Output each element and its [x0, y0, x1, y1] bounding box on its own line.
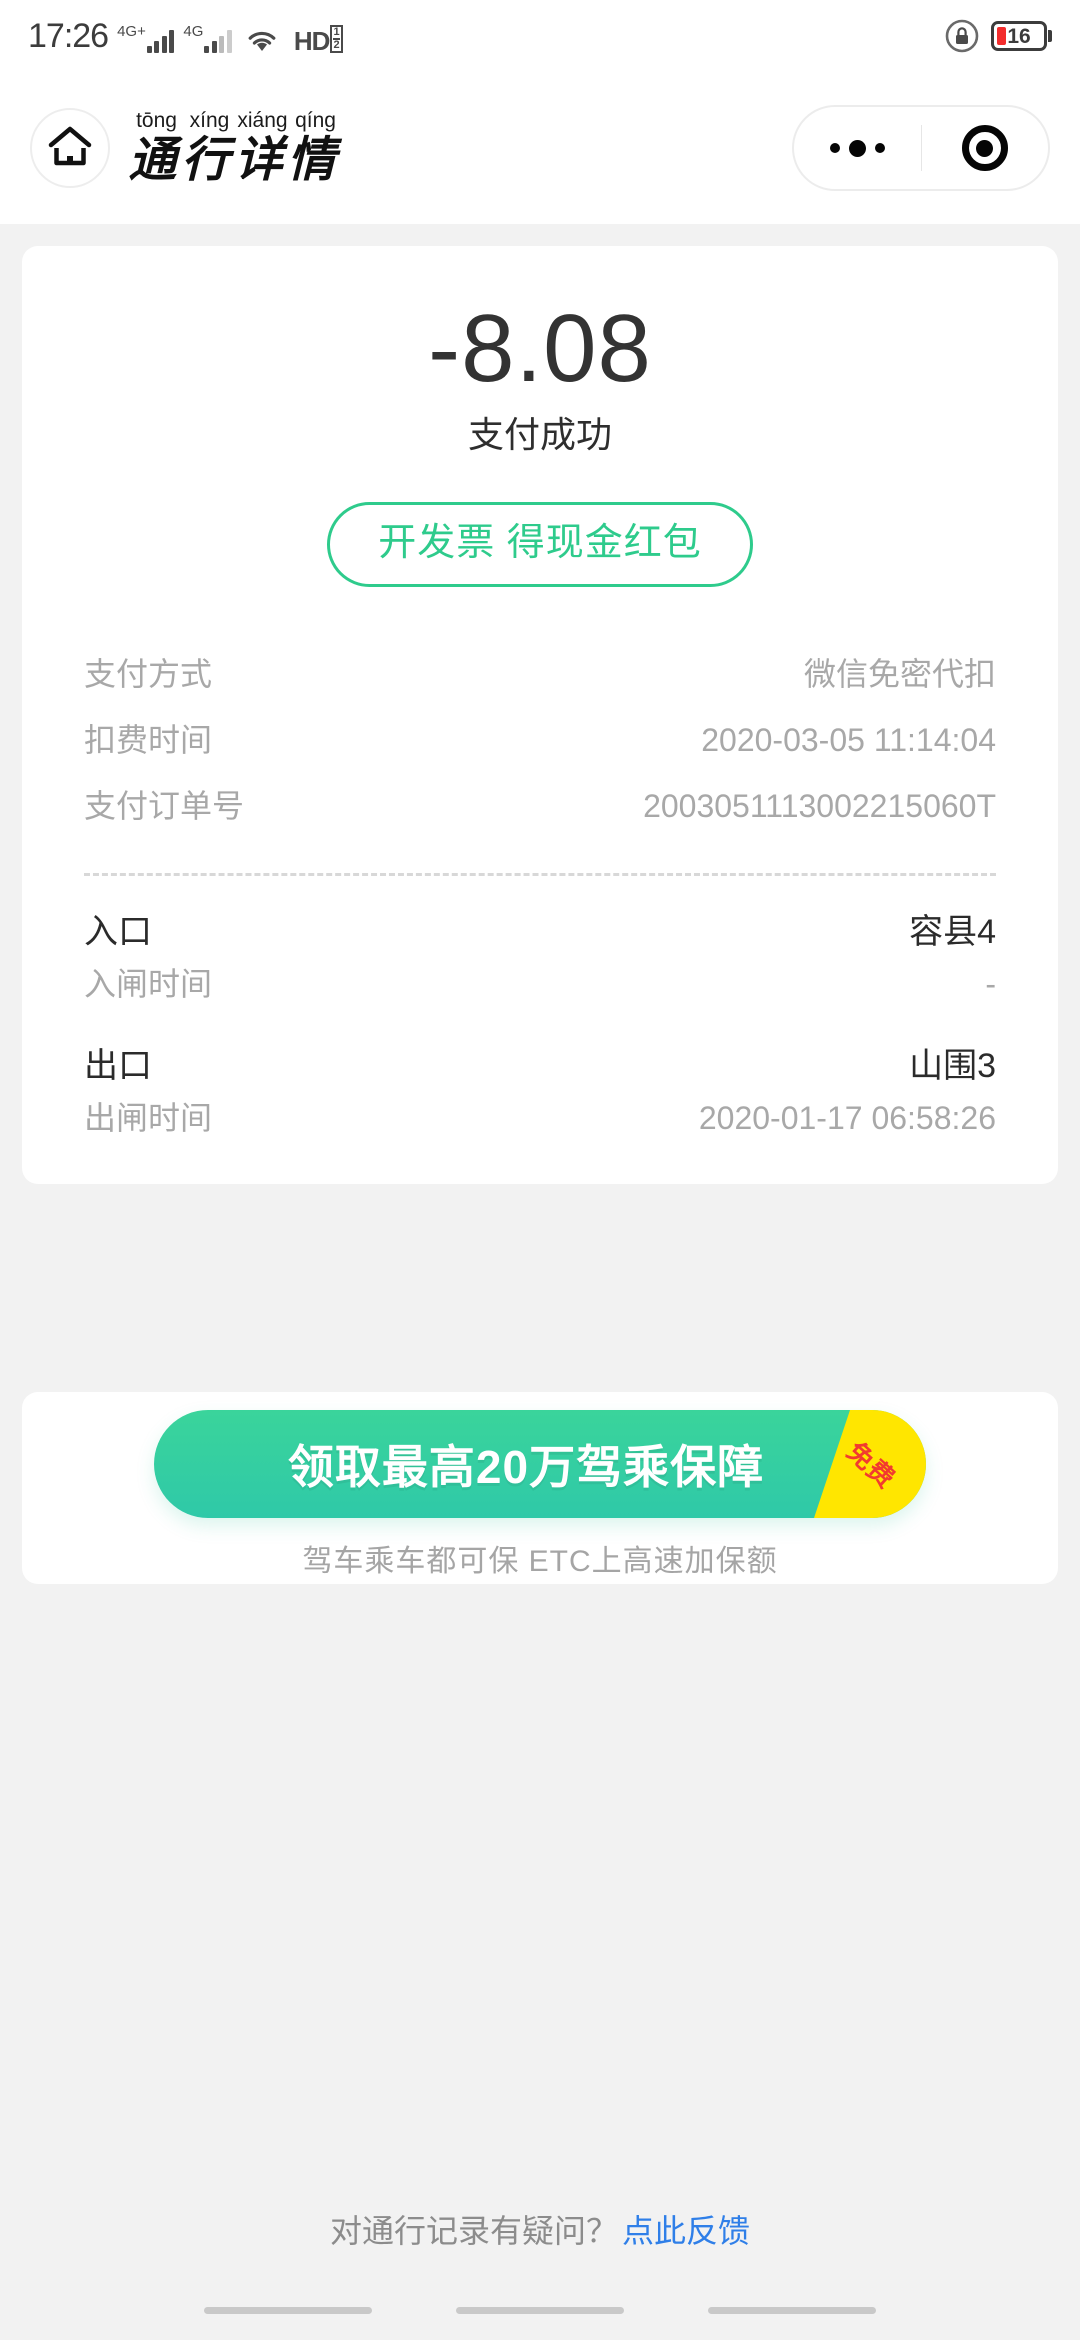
row-value-charge-time: 2020-03-05 11:14:04 [701, 722, 996, 758]
row-value-order-number: 2003051113002215060T [643, 788, 996, 824]
more-menu-button[interactable] [794, 107, 921, 189]
table-row: 扣费时间 2020-03-05 11:14:04 [84, 707, 996, 773]
network-type-secondary: 4G [183, 23, 204, 40]
section-divider [84, 873, 996, 876]
free-ribbon-label: 免费 [841, 1435, 902, 1495]
home-icon [47, 125, 93, 172]
payment-amount: -8.08 [428, 295, 652, 402]
title-char-2: 行 [181, 132, 230, 188]
row-value-payment-method: 微信免密代扣 [803, 656, 996, 692]
network-type-primary: 4G+ [117, 23, 146, 40]
page-title-pinyin: tōng xíng xiáng qíng [126, 110, 342, 132]
payment-detail-card: -8.08 支付成功 开发票 得现金红包 支付方式 微信免密代扣 扣费时间 20… [22, 246, 1058, 1184]
signal-indicator-primary: 4G+ [117, 23, 175, 53]
row-value-entrance-time: - [985, 966, 996, 1002]
row-label-order-number: 支付订单号 [84, 788, 245, 824]
title-char-1: 通 [128, 132, 177, 188]
row-value-exit: 山围3 [909, 1047, 996, 1085]
row-label-entrance: 入口 [84, 913, 152, 951]
table-row: 出口 山围3 [84, 1040, 996, 1092]
gate-info-rows: 入口 容县4 入闸时间 - 出口 山围3 出闸时间 2020-01-17 06:… [22, 906, 1058, 1144]
table-row: 支付订单号 2003051113002215060T [84, 773, 996, 839]
feedback-link[interactable]: 点此反馈 [622, 2206, 750, 2252]
volte-sim-stack: 1 2 [330, 25, 343, 53]
close-miniprogram-button[interactable] [922, 107, 1049, 189]
more-dots-icon [829, 139, 885, 157]
row-label-charge-time: 扣费时间 [84, 722, 213, 758]
home-button[interactable] [30, 108, 110, 188]
volte-hd-icon: HD 1 2 [293, 25, 343, 56]
payment-status: 支付成功 [467, 414, 612, 455]
battery-body: 16 [991, 21, 1047, 51]
target-close-icon [961, 125, 1008, 171]
insurance-banner-label: 领取最高20万驾乘保障 [287, 1441, 765, 1493]
row-label-entrance-time: 入闸时间 [84, 966, 213, 1002]
android-navigation-bar [0, 2280, 1080, 2340]
table-row: 支付方式 微信免密代扣 [84, 641, 996, 707]
page-title: 通 行 详 情 [126, 134, 338, 186]
signal-bars-secondary [204, 29, 232, 53]
row-label-payment-method: 支付方式 [84, 656, 213, 692]
insurance-ad-card: 领取最高20万驾乘保障 免费 驾车乘车都可保 ETC上高速加保额 [22, 1392, 1058, 1584]
title-char-3: 详 [234, 132, 283, 188]
table-row: 入闸时间 - [84, 958, 996, 1010]
wifi-icon [247, 29, 277, 53]
insurance-banner-button[interactable]: 领取最高20万驾乘保障 免费 [154, 1410, 926, 1518]
status-bar-left: 17:26 4G+ 4G HD 1 2 [28, 17, 343, 56]
nav-recents-button[interactable] [708, 2306, 876, 2314]
row-value-exit-time: 2020-01-17 06:58:26 [698, 1100, 996, 1136]
signal-bars-primary [146, 29, 175, 53]
battery-indicator: 16 [991, 21, 1052, 51]
row-label-exit: 出口 [84, 1047, 152, 1085]
invoice-button-row: 开发票 得现金红包 [22, 502, 1058, 587]
app-header: tōng xíng xiáng qíng 通 行 详 情 [0, 72, 1080, 224]
miniprogram-capsule [792, 105, 1050, 191]
status-time: 17:26 [28, 17, 109, 55]
row-value-entrance: 容县4 [909, 913, 996, 951]
pinyin-3: xiáng [237, 109, 288, 132]
app-screen: 17:26 4G+ 4G HD 1 2 16 tōng xíng xiáng q… [0, 0, 1080, 2340]
status-bar-right: 16 [945, 19, 1052, 53]
payment-info-rows: 支付方式 微信免密代扣 扣费时间 2020-03-05 11:14:04 支付订… [22, 641, 1058, 839]
pinyin-2: xíng [189, 109, 230, 132]
table-row: 出闸时间 2020-01-17 06:58:26 [84, 1092, 996, 1144]
volte-sim-2: 2 [333, 38, 340, 51]
nav-home-button[interactable] [456, 2306, 624, 2314]
gate-row-spacer [84, 1010, 996, 1040]
title-char-4: 情 [287, 132, 336, 188]
volte-hd-label: HD [293, 26, 331, 56]
row-label-exit-time: 出闸时间 [84, 1100, 213, 1136]
table-row: 入口 容县4 [84, 906, 996, 958]
header-left-group: tōng xíng xiáng qíng 通 行 详 情 [30, 108, 342, 188]
status-bar: 17:26 4G+ 4G HD 1 2 16 [0, 0, 1080, 72]
battery-cap [1048, 30, 1052, 42]
pinyin-4: qíng [295, 109, 336, 132]
insurance-ad-subtitle: 驾车乘车都可保 ETC上高速加保额 [302, 1545, 778, 1578]
pinyin-1: tōng [136, 109, 177, 132]
free-ribbon-badge: 免费 [814, 1410, 926, 1518]
invoice-redpacket-button[interactable]: 开发票 得现金红包 [327, 502, 753, 587]
feedback-question: 对通行记录有疑问？ [329, 2213, 618, 2249]
rotation-lock-icon [945, 19, 979, 53]
signal-indicator-secondary: 4G [183, 23, 232, 53]
nav-back-button[interactable] [204, 2306, 372, 2314]
page-title-block: tōng xíng xiáng qíng 通 行 详 情 [126, 110, 342, 187]
battery-level-label: 16 [1007, 24, 1031, 48]
volte-sim-1: 1 [333, 26, 340, 38]
footer-feedback: 对通行记录有疑问？ 点此反馈 [0, 2206, 1080, 2252]
